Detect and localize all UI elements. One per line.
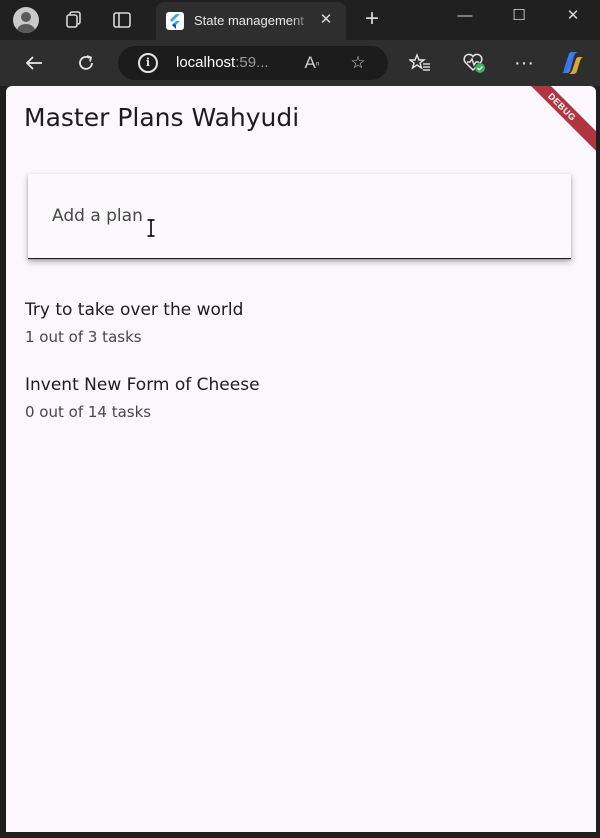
- browser-essentials-icon[interactable]: [458, 47, 490, 79]
- url-text[interactable]: localhost:59...: [176, 54, 269, 71]
- tab-title: State management: [194, 13, 304, 28]
- flutter-icon: [166, 12, 184, 30]
- back-icon[interactable]: [18, 47, 50, 79]
- refresh-icon[interactable]: [70, 47, 102, 79]
- browser-toolbar: i localhost:59... Aⁿ ☆ ···: [0, 40, 600, 86]
- page-title: Master Plans Wahyudi: [24, 103, 300, 132]
- favorite-icon[interactable]: ☆: [346, 51, 370, 75]
- add-plan-input[interactable]: [28, 174, 571, 258]
- minimize-button[interactable]: —: [438, 0, 492, 32]
- favorites-icon[interactable]: [404, 47, 436, 79]
- add-plan-card: [28, 174, 571, 259]
- close-window-button[interactable]: ✕: [546, 0, 600, 32]
- profile-icon[interactable]: [10, 4, 42, 36]
- more-icon[interactable]: ···: [508, 47, 540, 79]
- tab-close-icon[interactable]: ✕: [316, 10, 336, 30]
- new-tab-button[interactable]: +: [358, 5, 386, 33]
- plan-list-item[interactable]: Try to take over the world 1 out of 3 ta…: [25, 300, 243, 346]
- maximize-button[interactable]: ☐: [492, 0, 546, 32]
- plan-name: Invent New Form of Cheese: [25, 375, 260, 395]
- browser-window: State management ✕ + — ☐ ✕ i localhost:5…: [0, 0, 600, 838]
- workspaces-icon[interactable]: [58, 4, 90, 36]
- plan-progress: 0 out of 14 tasks: [25, 403, 152, 421]
- tab-strip: State management ✕ + — ☐ ✕: [0, 0, 600, 40]
- plan-progress: 1 out of 3 tasks: [25, 328, 142, 346]
- plan-list-item[interactable]: Invent New Form of Cheese 0 out of 14 ta…: [25, 375, 260, 421]
- tab-actions-icon[interactable]: [106, 4, 138, 36]
- app-page: DEBUG Master Plans Wahyudi Try to take o…: [6, 86, 596, 832]
- debug-banner: DEBUG: [507, 86, 596, 162]
- active-tab[interactable]: State management ✕: [156, 2, 346, 40]
- copilot-icon[interactable]: [556, 47, 588, 79]
- plan-name: Try to take over the world: [25, 300, 244, 320]
- address-bar[interactable]: i localhost:59... Aⁿ ☆: [118, 46, 388, 80]
- read-aloud-icon[interactable]: Aⁿ: [300, 51, 324, 75]
- text-cursor-icon: [146, 218, 156, 238]
- info-icon[interactable]: i: [138, 53, 158, 73]
